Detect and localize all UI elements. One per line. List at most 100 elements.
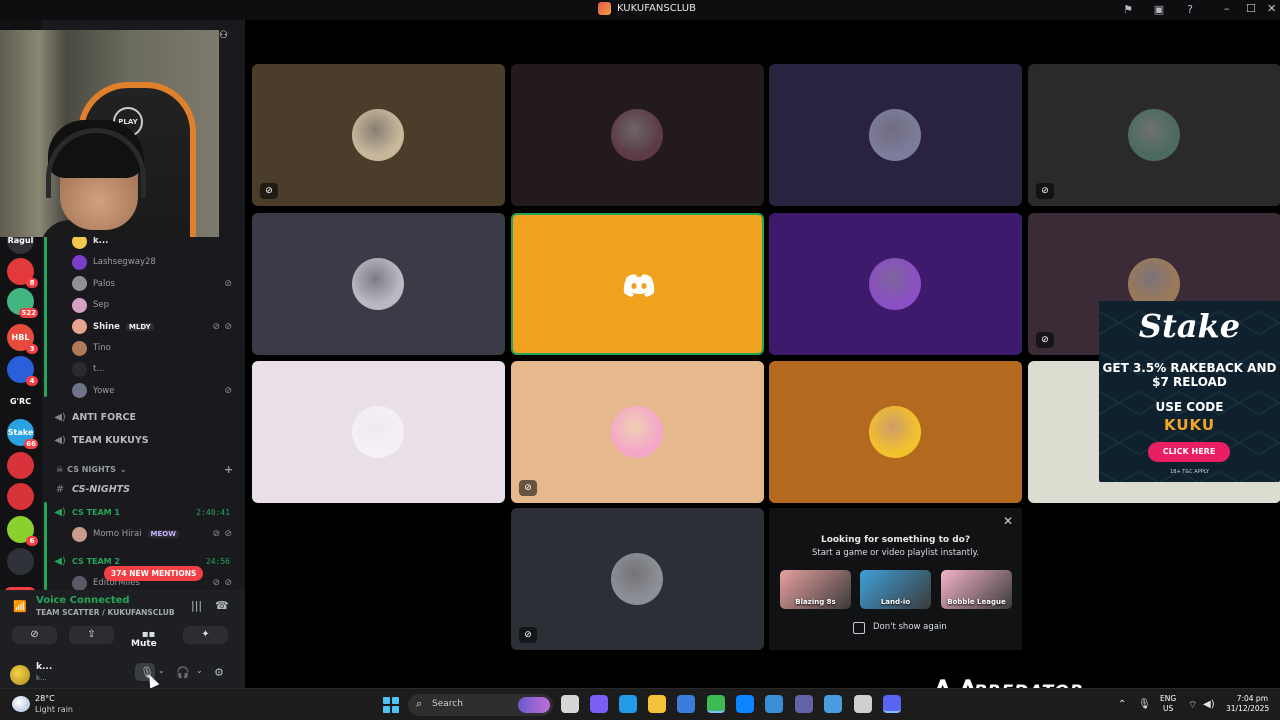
maximize-button[interactable]: ☐: [1246, 2, 1256, 15]
chrome-icon[interactable]: [707, 695, 725, 713]
edge-icon[interactable]: [619, 695, 637, 713]
server-icon[interactable]: [7, 548, 34, 575]
participant-tile[interactable]: [252, 361, 505, 503]
wifi-icon[interactable]: ⌔: [1188, 699, 1197, 712]
chevron-down-icon[interactable]: ⌄: [158, 666, 165, 675]
voice-member[interactable]: t...: [72, 359, 238, 379]
teams-icon[interactable]: [795, 695, 813, 713]
weather-temperature[interactable]: 28°C: [35, 694, 55, 703]
participant-tile[interactable]: ⊘: [511, 508, 764, 650]
camera-toggle-button[interactable]: ⊘: [12, 626, 57, 644]
game-name: Blazing 8s: [795, 598, 836, 606]
notepad-icon[interactable]: [824, 695, 842, 713]
voice-member[interactable]: Momo Hirai MEOW ⊘ ⊘: [72, 524, 238, 544]
language-indicator[interactable]: ENG US: [1160, 694, 1176, 714]
ad-click-button[interactable]: CLICK HERE: [1148, 442, 1230, 462]
close-window-button[interactable]: ✕: [1267, 2, 1276, 15]
new-mentions-pill[interactable]: 374 NEW MENTIONS: [104, 566, 204, 581]
voice-member[interactable]: Sep: [72, 295, 238, 315]
game-card-bobble-league[interactable]: Bobble League: [941, 570, 1012, 609]
signal-icon[interactable]: 📶: [13, 600, 27, 613]
voice-member[interactable]: Shine MLDY ⊘ ⊘: [72, 317, 238, 337]
user-avatar[interactable]: [10, 665, 30, 685]
game-card-blazing-8s[interactable]: Blazing 8s: [780, 570, 851, 609]
participant-tile[interactable]: [769, 361, 1022, 503]
disconnect-icon[interactable]: ☎: [215, 599, 229, 612]
sponsor-ad[interactable]: Stake GET 3.5% RAKEBACK AND $7 RELOAD US…: [1099, 301, 1280, 482]
taskbar-search[interactable]: ⌕ Search: [408, 694, 553, 716]
chevron-up-icon[interactable]: ⌃: [1118, 699, 1126, 710]
discord-app-icon[interactable]: [883, 695, 901, 713]
copilot-icon[interactable]: [590, 695, 608, 713]
remote-desktop-icon[interactable]: [765, 695, 783, 713]
task-view-icon[interactable]: [561, 695, 579, 713]
file-explorer-icon[interactable]: [648, 695, 666, 713]
chevron-down-icon[interactable]: ⌄: [196, 666, 203, 675]
server-icon[interactable]: [7, 483, 34, 510]
participant-tile[interactable]: [511, 213, 764, 355]
noise-suppression-icon[interactable]: |||: [191, 599, 202, 612]
participant-tile[interactable]: [769, 64, 1022, 206]
server-icon[interactable]: G'RC: [7, 388, 34, 415]
server-icon[interactable]: 522: [7, 288, 38, 318]
channel-timer: 24:56: [205, 556, 230, 566]
settings-app-icon[interactable]: [854, 695, 872, 713]
user-name[interactable]: k...: [36, 662, 52, 672]
voice-member[interactable]: Yowe ⊘: [72, 381, 238, 401]
participant-avatar: [869, 258, 921, 310]
gear-icon[interactable]: ⚙: [214, 666, 224, 679]
participant-tile[interactable]: [511, 64, 764, 206]
clock[interactable]: 7:04 pm 31/12/2025: [1226, 694, 1269, 714]
member-name: Yowe: [93, 385, 115, 396]
voice-member[interactable]: Lashsegway28: [72, 252, 238, 272]
speaker-icon: ◀): [54, 434, 66, 446]
mic-muted-icon: ⊘: [260, 183, 278, 199]
server-icon[interactable]: 6: [7, 516, 38, 546]
screen-share-button[interactable]: ⇪: [69, 626, 114, 644]
taskbar: 28°C Light rain ⌕ Search ⌃ 🎙 ENG US ⌔ ◀)…: [0, 688, 1280, 720]
headphones-icon[interactable]: 🎧: [176, 666, 190, 679]
participant-tile[interactable]: ⊘: [511, 361, 764, 503]
server-icon[interactable]: [7, 452, 34, 479]
volume-icon[interactable]: ◀): [1203, 699, 1215, 710]
channel-team-kukuys[interactable]: ◀) TEAM KUKUYS: [54, 431, 240, 449]
voice-member[interactable]: Tino: [72, 338, 238, 358]
category-cs-nights[interactable]: ☠ CS NIGHTS ⌄ +: [56, 463, 233, 476]
inbox-icon[interactable]: ⚑: [1121, 3, 1135, 17]
game-card-land-io[interactable]: Land-io: [860, 570, 931, 609]
server-icon[interactable]: HBL 3: [7, 324, 38, 354]
avatar: [72, 340, 87, 356]
close-icon[interactable]: ✕: [1003, 514, 1013, 528]
speaker-icon: ◀): [54, 411, 66, 423]
participant-tile[interactable]: [252, 213, 505, 355]
game-name: Land-io: [880, 598, 911, 606]
member-name: Palos: [93, 278, 115, 289]
start-button[interactable]: [383, 697, 399, 713]
channel-cs-team-1[interactable]: ◀) CS TEAM 1 2:40:41: [54, 503, 240, 521]
weather-description[interactable]: Light rain: [35, 705, 73, 714]
server-icon[interactable]: Stake 66: [7, 419, 38, 449]
screen-icon[interactable]: ▣: [1152, 3, 1166, 17]
activity-title: Looking for something to do?: [820, 535, 971, 545]
dont-show-checkbox[interactable]: [853, 622, 865, 634]
add-friend-icon[interactable]: ⚇: [219, 30, 228, 41]
voice-status[interactable]: Voice Connected: [36, 595, 130, 606]
soundboard-button[interactable]: ✦: [183, 626, 228, 644]
channel-anti-force[interactable]: ◀) ANTI FORCE: [54, 408, 240, 426]
channel-cs-nights[interactable]: # CS-NIGHTS: [54, 480, 240, 498]
dont-show-label: Don't show again: [873, 622, 947, 632]
server-icon[interactable]: 4: [7, 356, 38, 386]
weather-icon[interactable]: [12, 696, 30, 712]
microphone-icon[interactable]: 🎙: [1138, 699, 1151, 710]
help-icon[interactable]: ?: [1183, 3, 1197, 17]
add-channel-icon[interactable]: +: [224, 463, 233, 476]
voice-member[interactable]: Palos ⊘: [72, 274, 238, 294]
participant-tile[interactable]: ⊘: [1028, 64, 1280, 206]
server-icon[interactable]: 8: [7, 258, 38, 288]
participant-tile[interactable]: [769, 213, 1022, 355]
minimize-button[interactable]: –: [1224, 2, 1230, 15]
store-icon[interactable]: [677, 695, 695, 713]
participant-tile[interactable]: ⊘: [252, 64, 505, 206]
voice-connection-line: [44, 502, 47, 590]
mail-icon[interactable]: [736, 695, 754, 713]
